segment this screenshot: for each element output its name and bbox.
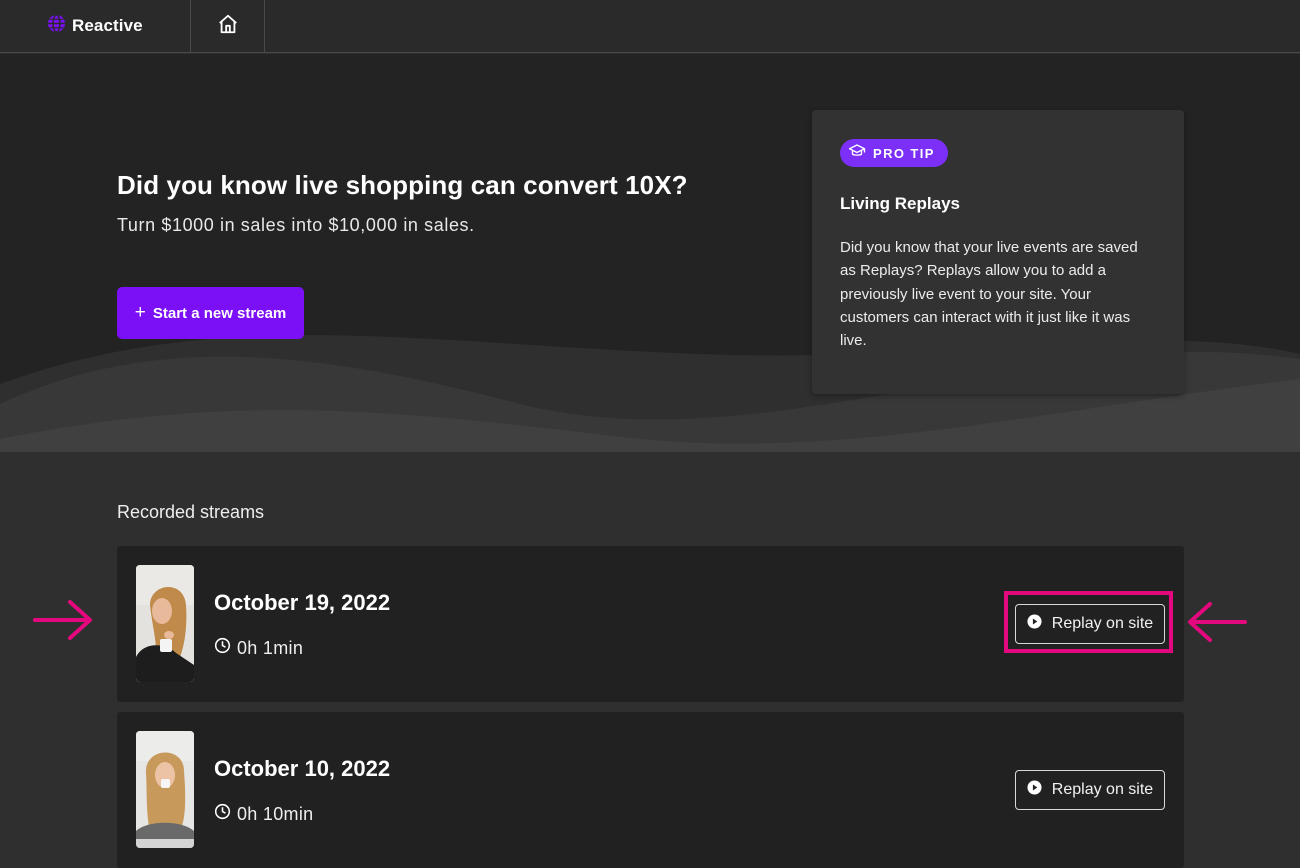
pro-tip-title: Living Replays bbox=[840, 194, 960, 213]
stream-thumbnail[interactable] bbox=[136, 731, 194, 848]
stream-duration-text: 0h 1min bbox=[237, 637, 304, 658]
annotation-arrow-right-icon bbox=[33, 600, 92, 640]
hero-section: Did you know live shopping can convert 1… bbox=[0, 54, 1300, 452]
page: Reactive Did you know live shopping can … bbox=[0, 0, 1300, 868]
replay-on-site-button[interactable]: Replay on site bbox=[1015, 770, 1165, 810]
stream-date: October 19, 2022 bbox=[214, 590, 391, 615]
home-icon bbox=[217, 13, 239, 40]
annotation-arrow-left-icon bbox=[1188, 602, 1247, 642]
pro-tip-body: Did you know that your live events are s… bbox=[840, 239, 1138, 350]
home-button[interactable] bbox=[191, 0, 265, 52]
stream-duration: 0h 1min bbox=[214, 637, 303, 659]
hero-subtitle: Turn $1000 in sales into $10,000 in sale… bbox=[117, 215, 475, 235]
stream-duration: 0h 10min bbox=[214, 803, 313, 825]
annotation-highlight-box bbox=[1004, 591, 1173, 653]
stream-card: October 10, 2022 0h 10min Replay on site bbox=[117, 712, 1184, 868]
pro-tip-badge: PRO TIP bbox=[840, 139, 948, 167]
brand-name: Reactive bbox=[72, 16, 143, 35]
replay-on-site-label: Replay on site bbox=[1051, 781, 1154, 798]
stream-duration-text: 0h 10min bbox=[237, 803, 314, 824]
start-new-stream-button[interactable]: + Start a new stream bbox=[117, 287, 304, 339]
stream-thumbnail[interactable] bbox=[136, 565, 194, 682]
start-new-stream-label: Start a new stream bbox=[152, 304, 287, 322]
globe-logo-icon bbox=[47, 14, 66, 38]
recorded-streams-title: Recorded streams bbox=[117, 502, 265, 522]
pro-tip-badge-text: PRO TIP bbox=[873, 145, 935, 161]
clock-icon bbox=[214, 637, 231, 659]
hero-title: Did you know live shopping can convert 1… bbox=[117, 170, 688, 200]
pro-tip-card: PRO TIP Living Replays Did you know that… bbox=[812, 110, 1184, 394]
stream-date: October 10, 2022 bbox=[214, 756, 391, 781]
play-circle-icon bbox=[1027, 780, 1042, 800]
clock-icon bbox=[214, 803, 231, 825]
top-bar: Reactive bbox=[0, 0, 1300, 53]
brand[interactable]: Reactive bbox=[0, 0, 191, 52]
plus-icon: + bbox=[134, 301, 146, 323]
graduation-cap-icon bbox=[848, 142, 866, 165]
